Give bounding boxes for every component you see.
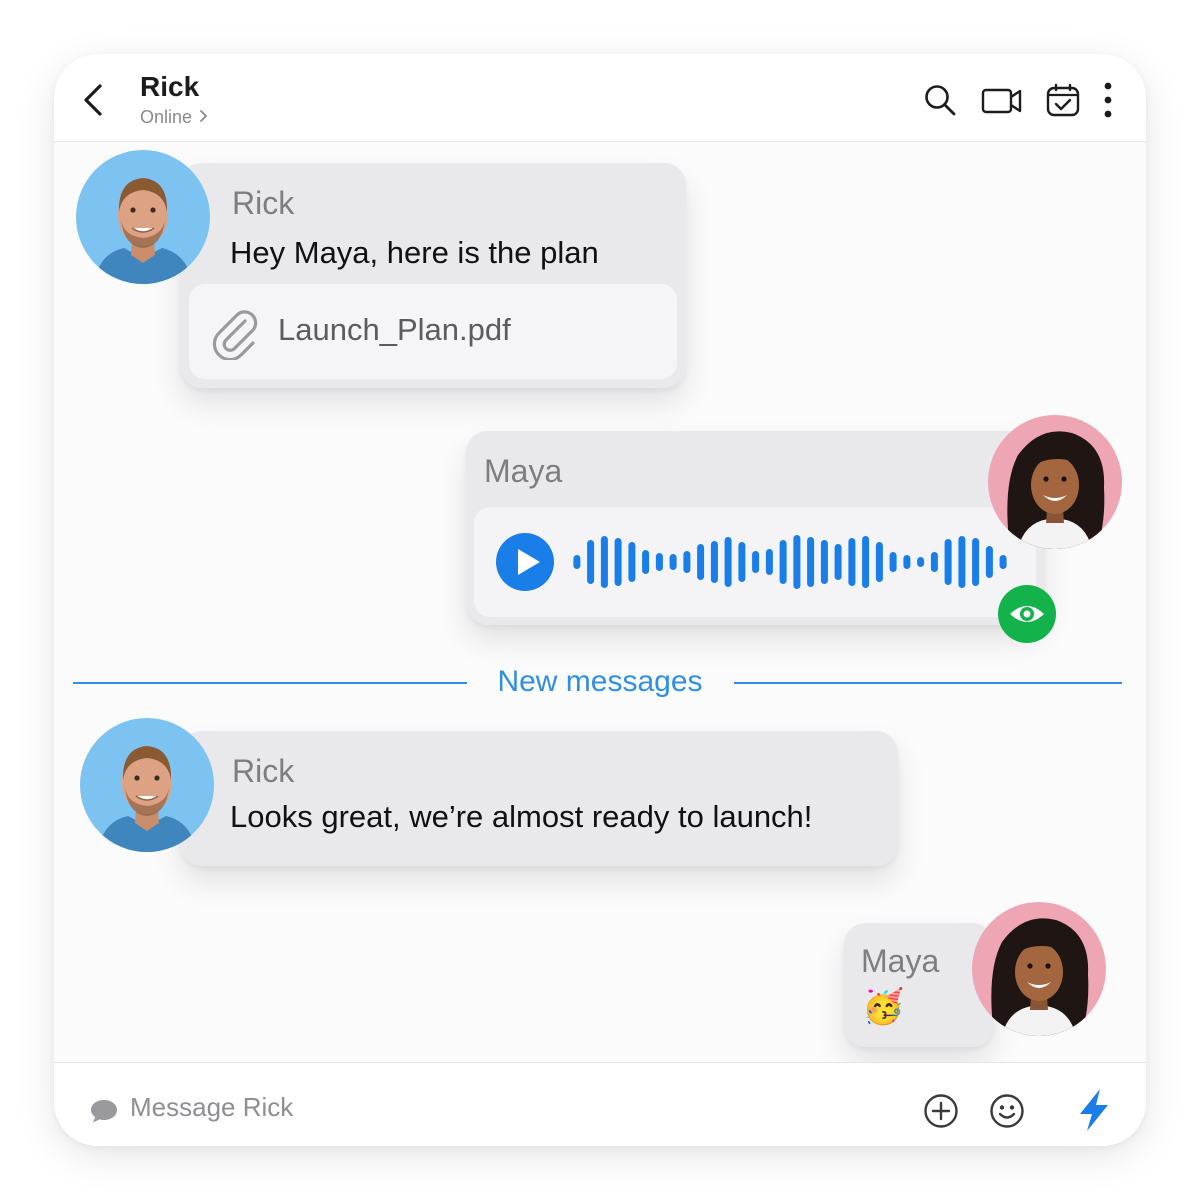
play-icon bbox=[496, 533, 554, 591]
voice-message-player bbox=[474, 507, 1036, 617]
waveform-bar bbox=[669, 554, 677, 570]
waveform-bar bbox=[985, 546, 993, 578]
waveform-bar bbox=[655, 553, 663, 571]
rick-avatar-image bbox=[76, 150, 210, 284]
search-button[interactable] bbox=[922, 82, 958, 118]
add-attachment-button[interactable] bbox=[923, 1093, 959, 1129]
waveform-bar bbox=[738, 542, 746, 582]
avatar-maya[interactable] bbox=[988, 415, 1122, 549]
add-icon bbox=[924, 1094, 958, 1128]
waveform-bar bbox=[999, 555, 1007, 569]
waveform-bar bbox=[779, 540, 787, 584]
more-vertical-icon bbox=[1104, 82, 1112, 118]
waveform-bar bbox=[930, 552, 938, 572]
message-input[interactable] bbox=[130, 1085, 730, 1129]
tasks-button[interactable] bbox=[1045, 82, 1081, 118]
waveform-bar bbox=[793, 535, 801, 589]
waveform-bar bbox=[697, 544, 705, 580]
waveform-bar bbox=[573, 555, 581, 569]
chevron-right-icon bbox=[198, 107, 208, 128]
waveform-bar bbox=[820, 540, 828, 584]
waveform-bar bbox=[614, 538, 622, 586]
waveform-bar bbox=[628, 542, 636, 582]
more-options-button[interactable] bbox=[1096, 82, 1120, 118]
message-composer bbox=[54, 1062, 1146, 1146]
waveform-bar bbox=[724, 537, 732, 587]
waveform-bar bbox=[807, 537, 815, 587]
waveform-bar bbox=[642, 550, 650, 574]
new-messages-divider: New messages bbox=[497, 665, 703, 698]
waveform-bar bbox=[683, 551, 691, 573]
paperclip-icon bbox=[212, 310, 258, 360]
waveform-bar bbox=[765, 549, 773, 575]
chat-header: Rick Online bbox=[54, 54, 1146, 142]
rick-avatar-image bbox=[80, 718, 214, 852]
seen-badge bbox=[998, 585, 1056, 643]
chat-window: Rick Online Rick Hey Maya, here is the p… bbox=[54, 54, 1146, 1146]
waveform-bar bbox=[875, 542, 883, 582]
chat-bubble-icon bbox=[91, 1100, 117, 1123]
message-text: Looks great, we’re almost ready to launc… bbox=[230, 799, 813, 834]
maya-avatar-image bbox=[988, 415, 1122, 549]
back-arrow-icon bbox=[84, 84, 102, 116]
waveform-bar bbox=[903, 555, 911, 569]
waveform-bar bbox=[848, 538, 856, 586]
quick-action-button[interactable] bbox=[1074, 1087, 1114, 1133]
audio-waveform[interactable] bbox=[570, 532, 1010, 592]
message-sender: Maya bbox=[484, 453, 563, 489]
waveform-bar bbox=[944, 539, 952, 585]
waveform-bar bbox=[958, 536, 966, 588]
avatar-rick[interactable] bbox=[80, 718, 214, 852]
waveform-bar bbox=[834, 544, 842, 580]
search-icon bbox=[925, 85, 956, 116]
waveform-bar bbox=[889, 552, 897, 572]
message-sender: Rick bbox=[232, 185, 295, 221]
waveform-bar bbox=[587, 540, 595, 584]
waveform-bar bbox=[710, 541, 718, 583]
waveform-bar bbox=[972, 538, 980, 586]
eye-icon bbox=[1010, 606, 1044, 622]
maya-avatar-image bbox=[972, 902, 1106, 1036]
message-text: Hey Maya, here is the plan bbox=[230, 235, 599, 270]
file-attachment[interactable]: Launch_Plan.pdf bbox=[189, 284, 677, 379]
back-button[interactable] bbox=[74, 78, 114, 122]
message-bubble-rick: Rick Looks great, we’re almost ready to … bbox=[180, 731, 898, 866]
contact-name: Rick bbox=[140, 71, 200, 102]
video-call-button[interactable] bbox=[981, 82, 1023, 118]
calendar-check-icon bbox=[1046, 83, 1080, 117]
lightning-icon bbox=[1080, 1089, 1108, 1131]
message-sender: Rick bbox=[232, 753, 295, 789]
avatar-maya[interactable] bbox=[972, 902, 1106, 1036]
emoji-icon bbox=[990, 1094, 1024, 1128]
play-button[interactable] bbox=[496, 533, 554, 591]
avatar-rick[interactable] bbox=[76, 150, 210, 284]
waveform-bar bbox=[917, 557, 925, 567]
emoji-button[interactable] bbox=[989, 1093, 1025, 1129]
message-sender: Maya bbox=[861, 943, 940, 979]
attachment-filename: Launch_Plan.pdf bbox=[278, 312, 511, 347]
waveform-bar bbox=[752, 551, 760, 573]
contact-status-link[interactable]: Online bbox=[140, 107, 208, 128]
divider-line-right bbox=[734, 682, 1122, 684]
message-emoji: 🥳 bbox=[862, 988, 905, 1026]
waveform-bar bbox=[862, 536, 870, 588]
contact-status-text: Online bbox=[140, 107, 193, 127]
divider-line-left bbox=[73, 682, 467, 684]
message-bubble-maya: Maya 🥳 bbox=[844, 923, 994, 1047]
video-call-icon bbox=[981, 88, 1022, 114]
waveform-bar bbox=[600, 536, 608, 588]
